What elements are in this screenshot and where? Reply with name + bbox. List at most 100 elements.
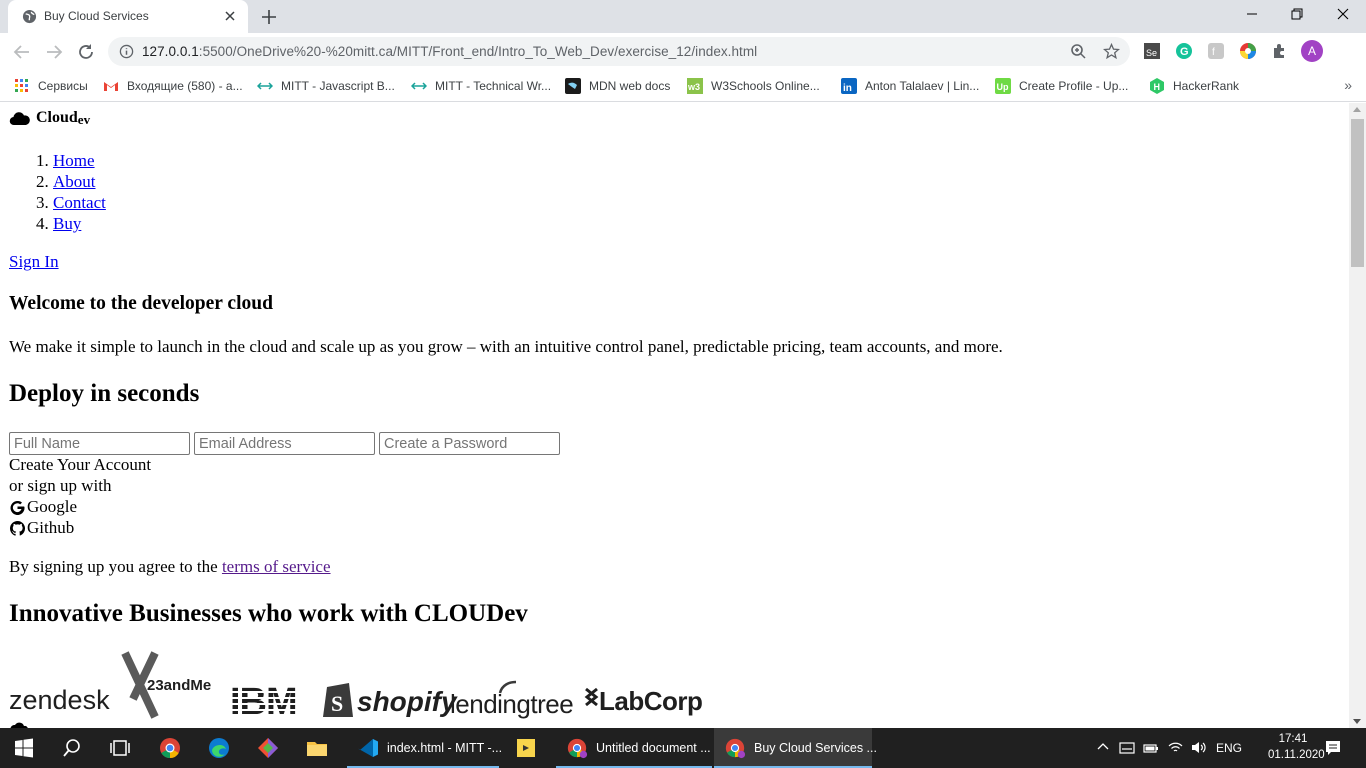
ibm-logo: IBM xyxy=(229,681,321,721)
svg-text:IBM: IBM xyxy=(230,681,297,721)
new-tab-plus-icon[interactable] xyxy=(260,8,278,26)
lendingtree-logo: lendingtree xyxy=(450,680,574,719)
info-icon[interactable] xyxy=(119,44,134,59)
nav-link-contact[interactable]: Contact xyxy=(53,193,106,212)
bookmark-mitt-javascript[interactable]: MITT - Javascript B... xyxy=(257,77,395,95)
font-extension-icon[interactable]: f xyxy=(1207,42,1225,60)
google-icon xyxy=(10,500,25,515)
bookmark-mitt-technical[interactable]: MITT - Technical Wr... xyxy=(411,77,551,95)
svg-text:shopify: shopify xyxy=(357,686,458,717)
bookmark-star-icon[interactable] xyxy=(1103,43,1120,60)
github-signup-button[interactable]: Github xyxy=(9,518,74,538)
svg-text:H: H xyxy=(1154,82,1161,92)
window-close-icon[interactable] xyxy=(1333,4,1353,24)
link-icon xyxy=(411,82,427,90)
task-view-icon[interactable] xyxy=(108,736,132,760)
volume-icon[interactable] xyxy=(1190,739,1207,756)
hackerrank-icon: H xyxy=(1150,78,1164,94)
svg-text:LabCorp: LabCorp xyxy=(599,686,702,716)
bookmarks-overflow-icon[interactable]: » xyxy=(1344,77,1352,93)
bookmark-mdn[interactable]: MDN web docs xyxy=(565,77,670,95)
sticky-notes-icon[interactable] xyxy=(514,736,538,760)
page-scrollbar[interactable] xyxy=(1349,103,1366,728)
gmail-icon xyxy=(104,82,118,91)
partner-logos: zendesk 23andMe IBM S shopify lendingtre… xyxy=(9,651,703,721)
back-arrow-icon[interactable] xyxy=(11,41,33,63)
edge-icon[interactable] xyxy=(207,736,231,760)
link-icon xyxy=(257,82,273,90)
color-picker-icon[interactable] xyxy=(1239,42,1257,60)
nav-item-contact: Contact xyxy=(53,192,106,213)
forward-arrow-icon[interactable] xyxy=(43,41,65,63)
svg-text:f: f xyxy=(1212,47,1215,58)
sign-in-link[interactable]: Sign In xyxy=(9,252,59,272)
main-nav: Home About Contact Buy xyxy=(53,150,106,234)
file-explorer-icon[interactable] xyxy=(305,736,329,760)
windows-start-icon[interactable] xyxy=(12,736,36,760)
selenium-extension-icon[interactable]: Se xyxy=(1143,42,1161,60)
close-icon[interactable] xyxy=(222,8,238,24)
labcorp-logo: LabCorp xyxy=(584,686,703,716)
scrollbar-thumb[interactable] xyxy=(1351,119,1364,267)
password-input[interactable] xyxy=(379,432,560,455)
zendesk-logo: zendesk xyxy=(9,685,110,715)
taskbar-app-chrome-buy[interactable]: Buy Cloud Services ... xyxy=(714,728,877,768)
globe-icon xyxy=(22,9,37,24)
notifications-icon[interactable] xyxy=(1324,739,1342,757)
grammarly-icon[interactable]: G xyxy=(1175,42,1193,60)
battery-icon[interactable] xyxy=(1143,740,1159,756)
clock-date: 01.11.2020 xyxy=(1268,749,1325,761)
reload-icon[interactable] xyxy=(75,41,97,63)
google-signup-button[interactable]: Google xyxy=(9,497,77,517)
terms-of-service-link[interactable]: terms of service xyxy=(222,557,331,576)
bookmark-w3schools[interactable]: w3 W3Schools Online... xyxy=(687,77,820,95)
address-bar[interactable]: 127.0.0.1:5500/OneDrive%20-%20mitt.ca/MI… xyxy=(108,37,1130,66)
minimize-icon[interactable] xyxy=(1242,4,1262,24)
search-icon[interactable] xyxy=(60,736,84,760)
23andme-logo: 23andMe xyxy=(121,651,211,719)
nav-link-about[interactable]: About xyxy=(53,172,96,191)
wifi-icon[interactable] xyxy=(1167,739,1184,756)
bookmark-upwork[interactable]: Up Create Profile - Up... xyxy=(995,77,1128,95)
bookmark-gmail[interactable]: Входящие (580) - a... xyxy=(103,77,243,95)
full-name-input[interactable] xyxy=(9,432,190,455)
language-indicator[interactable]: ENG xyxy=(1216,728,1242,768)
chrome-icon[interactable] xyxy=(158,736,182,760)
logo-text: Cloud xyxy=(36,109,78,126)
terms-text: By signing up you agree to the terms of … xyxy=(9,557,331,576)
profile-avatar[interactable]: A xyxy=(1301,40,1323,62)
svg-text:S: S xyxy=(331,691,343,716)
scroll-down-icon[interactable] xyxy=(1353,719,1361,724)
zoom-icon[interactable] xyxy=(1070,43,1087,60)
email-input[interactable] xyxy=(194,432,375,455)
nav-link-buy[interactable]: Buy xyxy=(53,214,81,233)
keyboard-icon[interactable] xyxy=(1119,740,1135,756)
nav-item-home: Home xyxy=(53,150,106,171)
nav-item-about: About xyxy=(53,171,106,192)
svg-text:in: in xyxy=(843,83,852,94)
nav-link-home[interactable]: Home xyxy=(53,151,95,170)
tab-title: Buy Cloud Services xyxy=(44,9,149,23)
chevron-up-icon[interactable] xyxy=(1096,740,1110,754)
taskbar-app-chrome-docs[interactable]: Untitled document ... xyxy=(556,728,712,768)
apps-grid-icon xyxy=(15,79,28,92)
git-icon[interactable] xyxy=(256,736,280,760)
bookmark-apps[interactable]: Сервисы xyxy=(14,77,88,95)
bookmark-hackerrank[interactable]: H HackerRank xyxy=(1149,77,1239,95)
restore-icon[interactable] xyxy=(1287,4,1307,24)
browser-toolbar: 127.0.0.1:5500/OneDrive%20-%20mitt.ca/MI… xyxy=(0,33,1366,71)
create-account-button[interactable]: Create Your Account xyxy=(9,455,151,475)
tab-buy-cloud-services[interactable]: Buy Cloud Services xyxy=(8,0,248,33)
taskbar-app-vscode[interactable]: index.html - MITT -... xyxy=(347,728,502,768)
linkedin-icon: in xyxy=(841,78,857,94)
svg-text:Up: Up xyxy=(997,82,1009,92)
system-clock[interactable]: 17:41 01.11.2020 xyxy=(1268,731,1325,763)
url-text: 127.0.0.1:5500/OneDrive%20-%20mitt.ca/MI… xyxy=(142,44,758,59)
scroll-up-icon[interactable] xyxy=(1353,107,1361,112)
bookmark-linkedin[interactable]: in Anton Talalaev | Lin... xyxy=(841,77,979,95)
chrome-icon xyxy=(725,738,746,759)
svg-text:G: G xyxy=(1180,46,1189,58)
upwork-icon: Up xyxy=(995,78,1011,94)
extensions-puzzle-icon[interactable] xyxy=(1271,42,1289,60)
svg-text:lendingtree: lendingtree xyxy=(450,689,573,719)
